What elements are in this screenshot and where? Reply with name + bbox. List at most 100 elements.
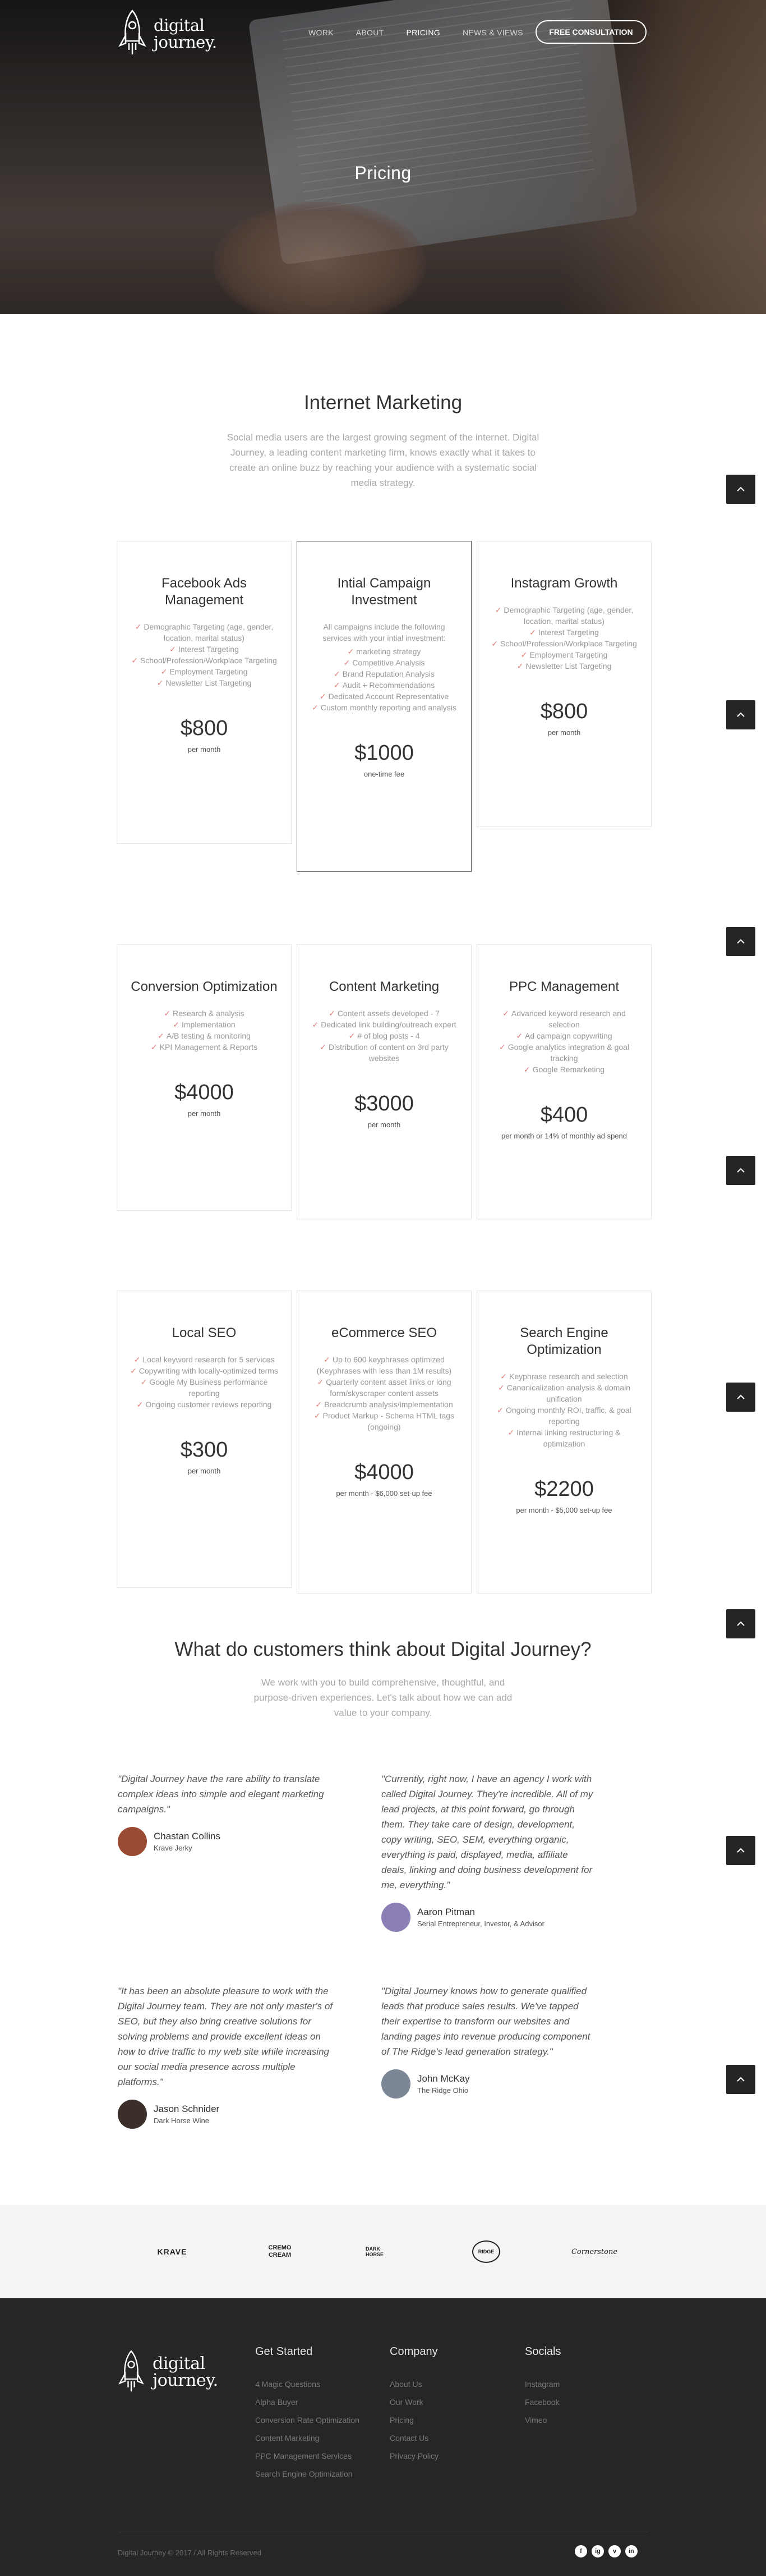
nav-item-news-views[interactable]: News & Views [463, 28, 523, 37]
pricing-card: Search Engine Optimization ✓ Keyphrase re… [477, 1291, 652, 1594]
check-icon: ✓ [499, 1043, 506, 1051]
testimonial-quote: "Digital Journey knows how to generate q… [381, 1986, 590, 2057]
footer-link[interactable]: Facebook [525, 2393, 561, 2411]
testimonials-lead: We work with you to build comprehensive,… [253, 1677, 513, 1718]
chevron-up-icon [737, 2077, 745, 2082]
check-icon: ✓ [523, 1065, 530, 1074]
back-to-top-button[interactable] [726, 2065, 755, 2094]
check-icon: ✓ [156, 678, 164, 687]
testimonial-quote: "Digital Journey have the rare ability t… [118, 1774, 324, 1815]
footer-link[interactable]: Vimeo [525, 2411, 561, 2429]
site-logo[interactable]: digital journey. [118, 6, 230, 62]
price-note: per month [367, 1121, 401, 1129]
footer-link[interactable]: Pricing [390, 2411, 439, 2429]
footer-link[interactable]: Our Work [390, 2393, 439, 2411]
nav-item-work[interactable]: Work [308, 28, 334, 37]
back-to-top-button[interactable] [726, 1836, 755, 1865]
check-icon: ✓ [158, 1031, 164, 1040]
footer-link[interactable]: Instagram [525, 2375, 561, 2393]
avatar [118, 2100, 147, 2129]
feature-item: ✓ Employment Targeting [520, 650, 608, 659]
testimonial-role: Serial Entrepreneur, Investor, & Advisor [417, 1920, 544, 1928]
back-to-top-button[interactable] [726, 927, 755, 956]
footer-link[interactable]: About Us [390, 2375, 439, 2393]
chevron-up-icon [737, 486, 745, 492]
check-icon: ✓ [495, 605, 502, 614]
footer-link[interactable]: 4 Magic Questions [255, 2375, 359, 2393]
feature-item: ✓ Newsletter List Targeting [156, 678, 252, 687]
feature-list: ✓ Content assets developed - 7 ✓ Dedicated… [310, 1008, 459, 1064]
check-icon: ✓ [329, 1009, 335, 1018]
card-title: Conversion Optimization [131, 979, 278, 994]
price-note: per month or 14% of monthly ad spend [501, 1132, 627, 1140]
pricing-card: Content Marketing ✓ Content assets develo… [297, 944, 472, 1219]
back-to-top-button[interactable] [726, 475, 755, 504]
testimonial-role: The Ridge Ohio [417, 2086, 469, 2095]
vimeo-icon[interactable]: v [608, 2545, 621, 2557]
back-to-top-button[interactable] [726, 1609, 755, 1638]
check-icon: ✓ [136, 1400, 144, 1409]
feature-item: ✓ Google Remarketing [523, 1065, 605, 1074]
card-title: Instagram Growth [510, 576, 618, 591]
price: $3000 [354, 1092, 414, 1115]
price-note: per month - $5,000 set-up fee [516, 1506, 612, 1514]
feature-item: ✓ Breadcrumb analysis/implementation [315, 1400, 453, 1409]
check-icon: ✓ [150, 1043, 158, 1051]
testimonial: "It has been an absolute pleasure to wor… [118, 1983, 336, 2129]
feature-item: ✓ Demographic Targeting (age, gender, loc… [495, 605, 634, 626]
instagram-icon[interactable]: ig [592, 2545, 604, 2557]
feature-item: ✓ Keyphrase research and selection [500, 1372, 628, 1381]
check-icon: ✓ [516, 1031, 523, 1040]
check-icon: ✓ [140, 1377, 147, 1386]
check-icon: ✓ [164, 1009, 171, 1018]
footer-link[interactable]: Contact Us [390, 2429, 439, 2447]
chevron-up-icon [737, 1848, 745, 1853]
testimonial-name: Chastan Collins [154, 1831, 221, 1842]
footer-col-company: Company About Us Our Work Pricing Contac… [390, 2345, 439, 2465]
feature-item: ✓ Employment Targeting [160, 667, 248, 676]
internet-marketing-title: Internet Marketing [303, 392, 463, 414]
feature-item: ✓ Quarterly content asset links or long f… [317, 1377, 451, 1398]
footer-link[interactable]: Content Marketing [255, 2429, 359, 2447]
facebook-icon[interactable]: f [575, 2545, 587, 2557]
nav-item-about[interactable]: About [356, 28, 384, 37]
feature-item: ✓ Dedicated link building/outreach expert [312, 1020, 456, 1029]
check-icon: ✓ [520, 650, 528, 659]
nav-item-pricing[interactable]: Pricing [407, 28, 440, 37]
footer-link[interactable]: Alpha Buyer [255, 2393, 359, 2411]
feature-item: ✓ Google analytics integration & goal tra… [499, 1043, 630, 1063]
testimonial-role: Dark Horse Wine [154, 2116, 209, 2125]
copyright: Digital Journey © 2017 / All Rights Rese… [118, 2549, 261, 2557]
chevron-up-icon [737, 1168, 745, 1173]
check-icon: ✓ [313, 1411, 321, 1420]
back-to-top-button[interactable] [726, 1156, 755, 1185]
footer-link[interactable]: Conversion Rate Optimization [255, 2411, 359, 2429]
linkedin-icon[interactable]: in [625, 2545, 638, 2557]
free-consultation-button[interactable]: Free Consultation [536, 20, 647, 44]
feature-item: ✓ Implementation [173, 1020, 236, 1029]
check-icon: ✓ [491, 639, 498, 648]
price: $800 [180, 717, 228, 740]
footer-logo[interactable]: digital journey. [118, 2349, 218, 2396]
feature-item: ✓ Interest Targeting [529, 628, 599, 637]
testimonial-quote: "It has been an absolute pleasure to wor… [118, 1986, 333, 2087]
footer-link[interactable]: PPC Management Services [255, 2447, 359, 2465]
testimonial: "Digital Journey have the rare ability t… [118, 1771, 336, 1856]
main-nav: Work About Pricing News & Views [308, 21, 546, 44]
logo-text-line1: digital [153, 2354, 205, 2373]
footer-link[interactable]: Search Engine Optimization [255, 2465, 359, 2483]
feature-item: ✓ Interest Targeting [169, 645, 239, 654]
pricing-card: eCommerce SEO ✓ Up to 600 keyphrases opti… [297, 1291, 472, 1594]
testimonials-title: What do customers think about Digital Jo… [174, 1638, 592, 1660]
check-icon: ✓ [516, 662, 524, 671]
back-to-top-button[interactable] [726, 1383, 755, 1412]
check-icon: ✓ [135, 622, 142, 631]
footer-col-socials: Socials Instagram Facebook Vimeo [525, 2345, 561, 2429]
feature-item: ✓ Google My Business performance reportin… [140, 1377, 268, 1398]
feature-item: ✓ Custom monthly reporting and analysis [312, 703, 456, 712]
social-icons: f ig v in [575, 2545, 638, 2557]
back-to-top-button[interactable] [726, 700, 755, 729]
check-icon: ✓ [529, 628, 536, 637]
footer-link[interactable]: Privacy Policy [390, 2447, 439, 2465]
chevron-up-icon [737, 712, 745, 717]
